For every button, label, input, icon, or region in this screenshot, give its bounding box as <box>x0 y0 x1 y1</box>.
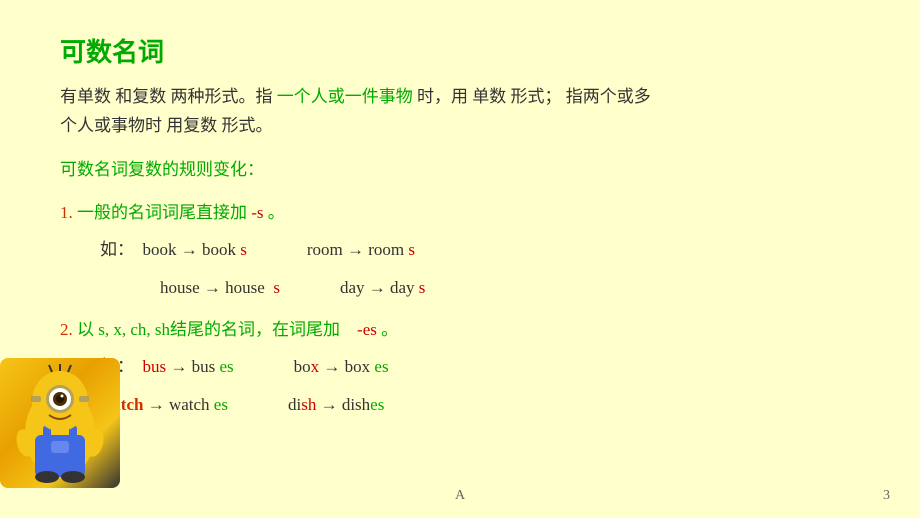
rule2-row2: watch → watch es dish → dishes <box>100 388 860 422</box>
intro-paragraph: 有单数 和复数 两种形式。指 一个人或一件事物 时，用 单数 形式； 指两个或多… <box>60 83 860 141</box>
rule2-es3: es <box>214 395 228 414</box>
page-number: 3 <box>883 488 890 504</box>
green-text-1: 一个人或一件事物 <box>277 87 413 106</box>
rule1-title: 1. 一般的名词词尾直接加 -s 。 <box>60 198 860 223</box>
rule1-s3: s <box>273 278 280 297</box>
rule2-es1: es <box>220 357 234 376</box>
rule1-day: day → day s <box>340 271 425 305</box>
page-title: 可数名词 <box>60 32 860 69</box>
rule2-dish: dish → dishes <box>288 388 384 422</box>
minion-image <box>0 358 120 488</box>
rule2-title: 2. 以 s, x, ch, sh结尾的名词，在词尾加 -es 。 <box>60 315 860 340</box>
footer-a: A <box>455 488 465 504</box>
rule2-examples: 如： bus → bus es box → box es watch → wat… <box>100 350 860 422</box>
rule1-examples: 如： book → book s room → room s house → h… <box>100 233 860 305</box>
footer-center-label: A <box>0 488 920 504</box>
rule2-box: box → box es <box>294 350 389 384</box>
rule1-room: room → room s <box>307 233 415 267</box>
rule1-label: 如： book → book s <box>100 233 247 267</box>
rules-subtitle: 可数名词复数的规则变化： <box>60 155 860 180</box>
rule2-sh: sh <box>301 395 316 414</box>
rule2-block: 2. 以 s, x, ch, sh结尾的名词，在词尾加 -es 。 如： bus… <box>60 315 860 422</box>
rule1-row1: 如： book → book s room → room s <box>100 233 860 267</box>
rule2-es2: es <box>374 357 388 376</box>
rule1-s2: s <box>408 240 415 259</box>
rule1-row2: house → house s day → day s <box>160 271 860 305</box>
rule1-s4: s <box>419 278 426 297</box>
slide: 可数名词 有单数 和复数 两种形式。指 一个人或一件事物 时，用 单数 形式； … <box>0 0 920 518</box>
minion-svg <box>5 363 115 483</box>
rule1-s1: s <box>240 240 247 259</box>
rule2-green: 以 s, x, ch, sh结尾的名词，在词尾加 -es 。 <box>77 320 398 339</box>
rule2-x: x <box>311 357 320 376</box>
rule2-label: 如： bus → bus es <box>100 350 234 384</box>
rule1-house: house → house s <box>160 271 280 305</box>
rule2-es4: es <box>370 395 384 414</box>
rule1-green: 一般的名词词尾直接加 -s 。 <box>77 203 285 222</box>
rule2-row1: 如： bus → bus es box → box es <box>100 350 860 384</box>
rule2-bus-highlight: bus <box>143 357 167 376</box>
